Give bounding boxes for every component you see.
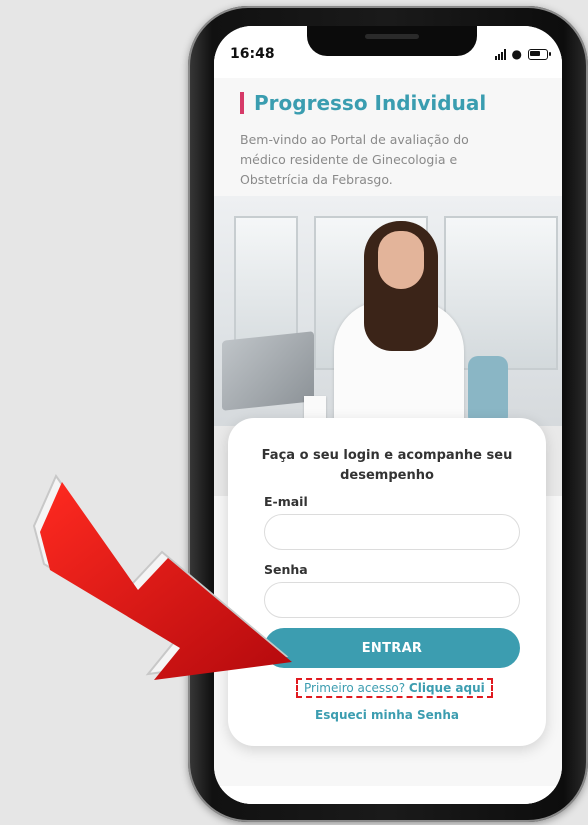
wifi-icon: ● — [511, 47, 522, 61]
phone-frame: 16:48 ● Progresso Individual Bem-vindo a… — [188, 6, 588, 822]
person-face — [378, 231, 424, 289]
email-field[interactable] — [264, 514, 520, 550]
intro-text: Bem-vindo ao Portal de avaliação do médi… — [240, 132, 469, 187]
page-content: Progresso Individual Bem-vindo ao Portal… — [214, 56, 562, 804]
login-card: Faça o seu login e acompanhe seu desempe… — [228, 418, 546, 746]
first-access-highlight: Primeiro acesso? Clique aqui — [296, 678, 493, 698]
submit-button[interactable]: ENTRAR — [264, 628, 520, 668]
password-label: Senha — [264, 562, 308, 577]
status-icons: ● — [494, 47, 551, 61]
forgot-password-link[interactable]: Esqueci minha Senha — [228, 708, 546, 722]
password-field[interactable] — [264, 582, 520, 618]
section-title: Progresso Individual — [240, 92, 486, 114]
status-time: 16:48 — [230, 46, 275, 62]
first-access-text: Primeiro acesso? — [304, 681, 406, 695]
login-title: Faça o seu login e acompanhe seu desempe… — [261, 448, 513, 483]
signal-icon — [494, 48, 506, 60]
phone-screen: 16:48 ● Progresso Individual Bem-vindo a… — [214, 26, 562, 804]
phone-notch — [307, 26, 477, 56]
battery-icon — [528, 48, 551, 60]
chair — [468, 356, 508, 426]
bottom-bar — [214, 786, 562, 804]
first-access-link[interactable]: Clique aqui — [409, 681, 485, 695]
speaker-grille — [365, 34, 419, 39]
laptop — [222, 331, 314, 411]
email-label: E-mail — [264, 494, 308, 509]
